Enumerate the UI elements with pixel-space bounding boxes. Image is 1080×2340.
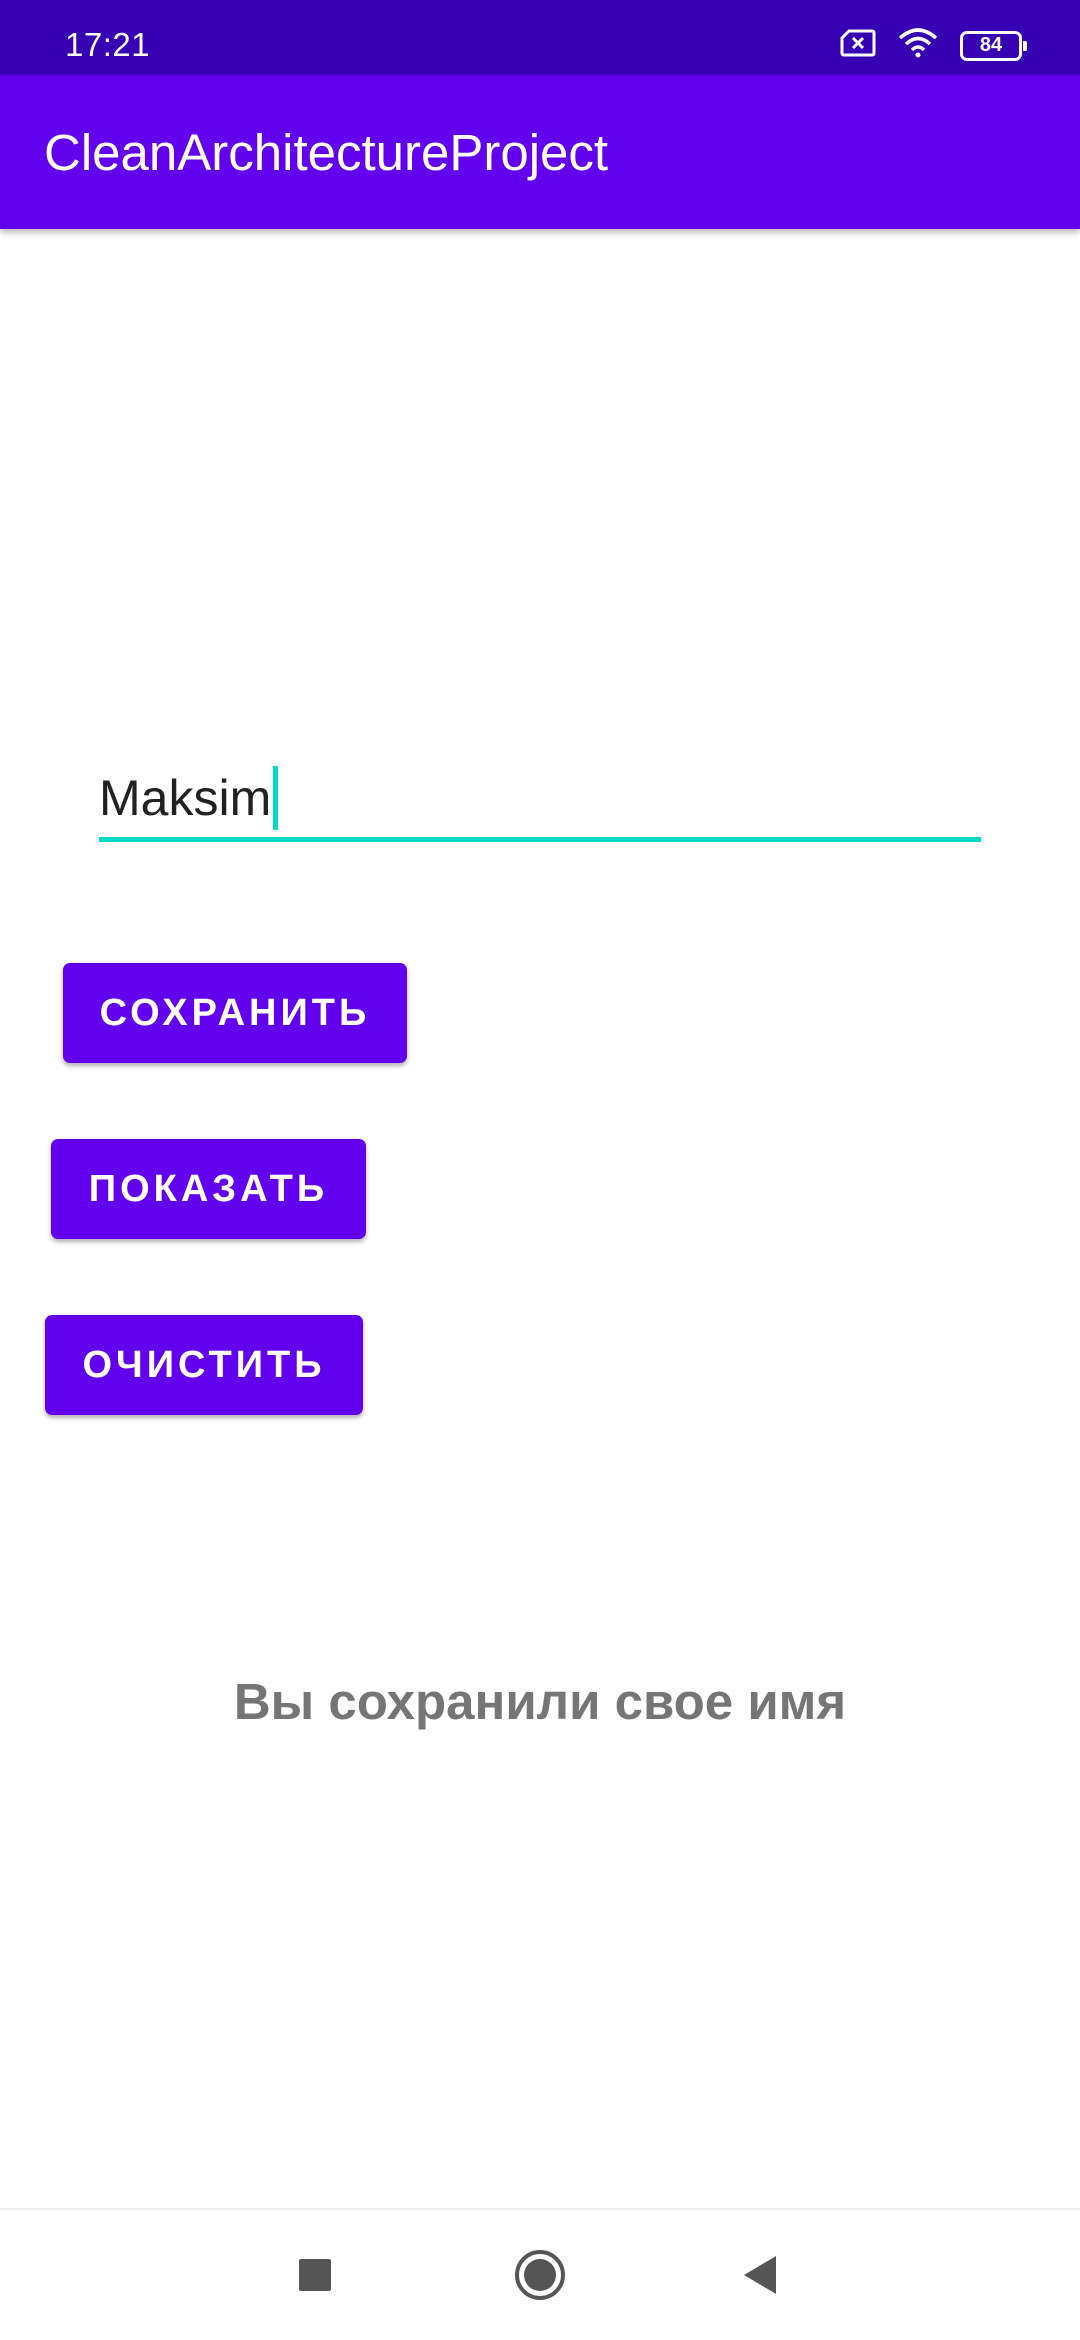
- home-circle-icon: [515, 2250, 565, 2300]
- app-bar: CleanArchitectureProject: [0, 75, 1080, 229]
- status-icons: 84: [840, 28, 1027, 63]
- navigation-bar: [0, 2208, 1080, 2340]
- status-time: 17:21: [65, 26, 151, 63]
- recents-square-icon: [299, 2259, 331, 2291]
- name-input-text-wrap: Maksim: [99, 766, 279, 830]
- sim-error-icon: [840, 29, 876, 62]
- wifi-icon: [898, 28, 938, 63]
- show-button[interactable]: ПОКАЗАТЬ: [51, 1139, 366, 1239]
- back-button[interactable]: [725, 2240, 795, 2310]
- clear-button[interactable]: ОЧИСТИТЬ: [45, 1315, 363, 1415]
- recents-button[interactable]: [280, 2240, 350, 2310]
- app-title: CleanArchitectureProject: [44, 124, 609, 181]
- save-button[interactable]: СОХРАНИТЬ: [63, 963, 407, 1063]
- show-button-label: ПОКАЗАТЬ: [88, 1167, 329, 1210]
- status-bar: 17:21 84: [0, 0, 1080, 75]
- battery-icon: 84: [960, 30, 1027, 61]
- text-cursor: [273, 766, 279, 830]
- name-input[interactable]: Maksim: [99, 762, 981, 842]
- clear-button-label: ОЧИСТИТЬ: [82, 1343, 326, 1386]
- name-input-value: Maksim: [99, 770, 272, 826]
- result-message: Вы сохранили свое имя: [233, 1673, 847, 1730]
- battery-level: 84: [979, 34, 1003, 56]
- save-button-label: СОХРАНИТЬ: [99, 991, 371, 1034]
- back-triangle-icon: [744, 2256, 776, 2294]
- home-button[interactable]: [505, 2240, 575, 2310]
